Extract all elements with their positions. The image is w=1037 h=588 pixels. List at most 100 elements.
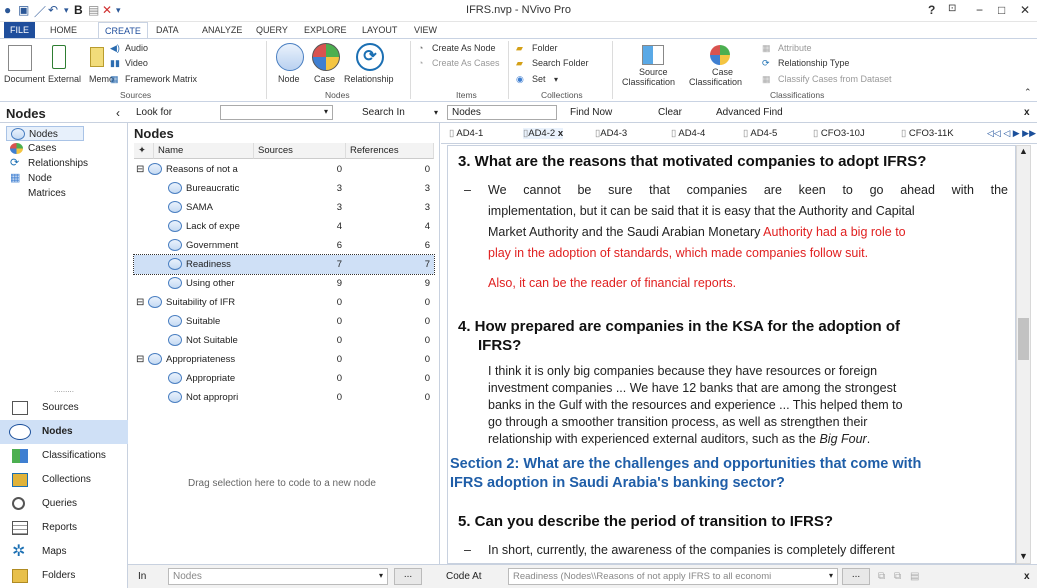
- tab-scroll-icons[interactable]: ◁◁ ◁ ▶ ▶▶: [987, 128, 1036, 139]
- advanced-find-button[interactable]: Advanced Find: [716, 107, 783, 118]
- chevron-down-icon[interactable]: ▾: [828, 571, 833, 580]
- tab-analyze[interactable]: ANALYZE: [196, 22, 248, 38]
- table-row[interactable]: Using other 9 9: [134, 274, 434, 293]
- case-classification-label-2[interactable]: Classification: [689, 77, 742, 87]
- nav-collections[interactable]: Collections: [0, 468, 128, 492]
- tab-ad4-4[interactable]: ▯ AD4-4: [671, 128, 705, 139]
- look-for-input[interactable]: ▾: [220, 105, 333, 120]
- tab-home[interactable]: HOME: [44, 22, 83, 38]
- expand-icon[interactable]: ⊟: [136, 293, 144, 312]
- source-classification-label-1[interactable]: Source: [639, 67, 668, 77]
- external-button[interactable]: External: [48, 74, 81, 84]
- chevron-down-icon[interactable]: ▾: [379, 571, 383, 580]
- folder-button[interactable]: Folder: [532, 43, 558, 53]
- search-folder-button[interactable]: Search Folder: [532, 58, 589, 68]
- relationship-button[interactable]: Relationship: [344, 74, 394, 84]
- help-icon[interactable]: ?: [928, 3, 935, 17]
- source-classification-label-2[interactable]: Classification: [622, 77, 675, 87]
- set-dropdown-icon[interactable]: ▾: [554, 75, 558, 84]
- in-dropdown[interactable]: Nodes ▾: [168, 568, 388, 585]
- expand-icon[interactable]: ⊟: [136, 350, 144, 369]
- relationship-type-button[interactable]: Relationship Type: [778, 58, 849, 68]
- chevron-down-icon[interactable]: ▾: [324, 107, 328, 116]
- case-classification-label-1[interactable]: Case: [712, 67, 733, 77]
- close-icon[interactable]: ✕: [1020, 3, 1030, 17]
- tab-ad4-5[interactable]: ▯ AD4-5: [743, 128, 777, 139]
- document-scrollbar[interactable]: ▲ ▼: [1016, 145, 1031, 564]
- tab-data[interactable]: DATA: [150, 22, 185, 38]
- tab-query[interactable]: QUERY: [250, 22, 294, 38]
- case-button[interactable]: Case: [314, 74, 335, 84]
- nav-sources[interactable]: Sources: [0, 396, 128, 420]
- expand-icon[interactable]: ⊟: [136, 160, 144, 179]
- create-as-cases-button[interactable]: Create As Cases: [432, 58, 500, 68]
- tab-view[interactable]: VIEW: [408, 22, 443, 38]
- table-row[interactable]: Lack of expe 4 4: [134, 217, 434, 236]
- video-button[interactable]: Video: [125, 58, 148, 68]
- table-row[interactable]: Government 6 6: [134, 236, 434, 255]
- browse-in-button[interactable]: ...: [394, 568, 422, 585]
- scroll-thumb[interactable]: [1018, 318, 1029, 360]
- attribute-button[interactable]: Attribute: [778, 43, 812, 53]
- node-button[interactable]: Node: [278, 74, 300, 84]
- scroll-down-icon[interactable]: ▼: [1019, 551, 1028, 561]
- table-row[interactable]: ⊟ Appropriateness 0 0: [134, 350, 434, 369]
- document-button[interactable]: Document: [4, 74, 45, 84]
- ribbon-options-icon[interactable]: ⊡: [948, 3, 956, 14]
- column-references[interactable]: References: [346, 143, 434, 159]
- nav-reports[interactable]: Reports: [0, 516, 128, 540]
- uncode-icon[interactable]: ⧉: [894, 571, 901, 582]
- pin-column[interactable]: ✦: [134, 143, 154, 159]
- search-in-field[interactable]: Nodes: [447, 105, 557, 120]
- tab-ad4-3[interactable]: ▯AD4-3: [595, 128, 627, 139]
- nav-tree-nodes[interactable]: Nodes: [6, 126, 84, 141]
- tab-ad4-2[interactable]: ▯AD4-2 x: [523, 128, 564, 139]
- table-row[interactable]: Not Suitable 0 0: [134, 331, 434, 350]
- create-as-node-button[interactable]: Create As Node: [432, 43, 496, 53]
- table-row[interactable]: ⊟ Reasons of not a 0 0: [134, 160, 434, 179]
- table-row[interactable]: Appropriate 0 0: [134, 369, 434, 388]
- close-coding-bar-icon[interactable]: x: [1024, 571, 1030, 582]
- column-sources[interactable]: Sources: [254, 143, 346, 159]
- browse-code-at-button[interactable]: ...: [842, 568, 870, 585]
- maximize-icon[interactable]: □: [998, 3, 1005, 17]
- close-tab-icon[interactable]: x: [558, 128, 563, 139]
- column-name[interactable]: Name: [154, 143, 254, 159]
- table-row[interactable]: SAMA 3 3: [134, 198, 434, 217]
- table-row[interactable]: Readiness 7 7: [133, 254, 435, 275]
- tab-cfo3-10j[interactable]: ▯ CFO3-10J: [813, 128, 865, 139]
- minimize-icon[interactable]: −: [976, 3, 983, 17]
- audio-button[interactable]: Audio: [125, 43, 148, 53]
- scroll-up-icon[interactable]: ▲: [1019, 146, 1028, 156]
- table-row[interactable]: Not appropri 0 0: [134, 388, 434, 407]
- table-row[interactable]: Suitable 0 0: [134, 312, 434, 331]
- nav-maps[interactable]: ✲ Maps: [0, 540, 128, 564]
- clear-button[interactable]: Clear: [658, 107, 682, 118]
- code-at-field[interactable]: Readiness (Nodes\\Reasons of not apply I…: [508, 568, 838, 585]
- tab-cfo3-11k[interactable]: ▯ CFO3-11K: [901, 128, 954, 139]
- nav-classifications[interactable]: Classifications: [0, 444, 128, 468]
- tab-file[interactable]: FILE: [4, 22, 36, 38]
- tab-create[interactable]: CREATE: [98, 22, 148, 38]
- coding-options-icon[interactable]: ▤: [910, 571, 919, 582]
- table-row[interactable]: ⊟ Suitability of IFR 0 0: [134, 293, 434, 312]
- close-find-icon[interactable]: x: [1024, 107, 1030, 118]
- collapse-nav-icon[interactable]: ‹: [116, 106, 120, 120]
- nav-nodes[interactable]: Nodes: [0, 420, 128, 444]
- search-in-dropdown-icon[interactable]: ▾: [434, 108, 438, 117]
- framework-matrix-button[interactable]: Framework Matrix: [125, 74, 197, 84]
- ribbon: Document External Memo ◀) Audio ▮▮ Video…: [0, 38, 1037, 102]
- tab-layout[interactable]: LAYOUT: [356, 22, 403, 38]
- table-row[interactable]: Bureaucratic 3 3: [134, 179, 434, 198]
- find-now-button[interactable]: Find Now: [570, 107, 612, 118]
- nav-folders[interactable]: Folders: [0, 564, 128, 588]
- document-content[interactable]: 3. What are the reasons that motivated c…: [447, 145, 1016, 564]
- collapse-ribbon-icon[interactable]: ⌃: [1024, 87, 1032, 98]
- tab-ad4-1[interactable]: ▯ AD4-1: [449, 128, 483, 139]
- code-icon[interactable]: ⧉: [878, 571, 885, 582]
- node-icon: [168, 372, 182, 384]
- nav-queries[interactable]: Queries: [0, 492, 128, 516]
- tab-explore[interactable]: EXPLORE: [298, 22, 353, 38]
- classify-cases-button[interactable]: Classify Cases from Dataset: [778, 74, 892, 84]
- set-button[interactable]: Set: [532, 74, 546, 84]
